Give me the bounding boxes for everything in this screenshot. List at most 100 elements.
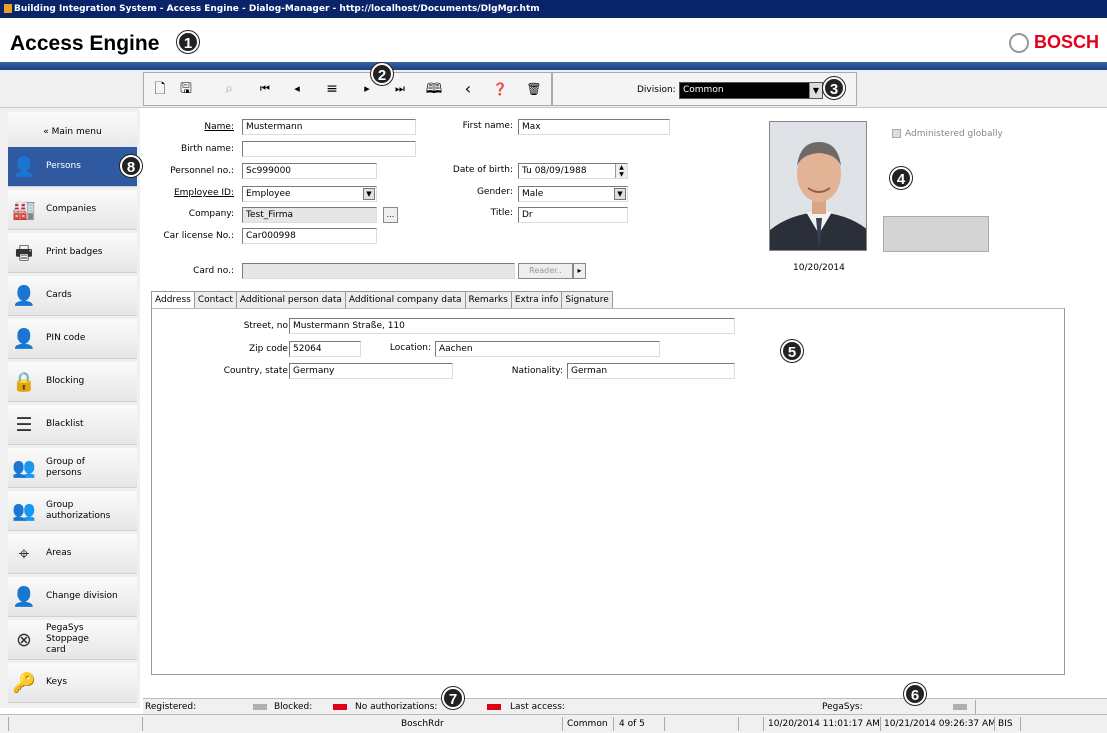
car-license-label: Car license No.: [163, 231, 234, 241]
personnel-no-label: Personnel no.: [170, 166, 234, 176]
person-keypad-icon: 👤 [12, 327, 36, 350]
callout-marker: 6 [904, 683, 926, 705]
sidebar-item-label: Areas [46, 548, 72, 558]
name-field[interactable]: Mustermann [242, 119, 416, 135]
sidebar-item-cards[interactable]: 👤 Cards [8, 276, 137, 316]
tab-signature[interactable]: Signature [561, 291, 613, 308]
save-icon[interactable]: 🖫 [176, 79, 196, 99]
checkbox-icon[interactable] [892, 129, 901, 138]
birth-name-field[interactable] [242, 141, 416, 157]
nationality-field[interactable]: German [567, 363, 735, 379]
pegasys-indicator [953, 704, 967, 710]
back-icon[interactable]: ‹ [458, 79, 478, 99]
sidebar-item-label: Blocking [46, 376, 85, 386]
employee-id-select[interactable]: Employee ▼ [242, 186, 377, 202]
group-card-icon: 👥 [12, 456, 36, 479]
previous-record-icon[interactable]: ◂ [287, 79, 307, 99]
date-of-birth-value: Tu 08/09/1988 [522, 166, 587, 176]
sidebar-item-pin-code[interactable]: 👤 PIN code [8, 319, 137, 359]
record-toolbar: 🗋 🖫 ⌕ ⏮ ◂ ≡ ▸ ⏭ 🕮 ‹ ❓ 🗑 [143, 72, 552, 106]
chevron-down-icon[interactable]: ▼ [363, 188, 375, 200]
signature-preview [883, 216, 989, 252]
sidebar-item-blacklist[interactable]: ☰ Blacklist [8, 405, 137, 445]
tab-additional-person-data[interactable]: Additional person data [235, 291, 346, 308]
blocked-label: Blocked: [274, 702, 313, 712]
group-key-icon: 👥 [12, 499, 36, 522]
callout-marker: 2 [371, 63, 393, 85]
sidebar-item-keys[interactable]: 🔑 Keys [8, 663, 137, 703]
app-header: Access Engine BOSCH [0, 18, 1107, 62]
card-no-field[interactable] [242, 263, 515, 279]
main-menu-button[interactable]: « Main menu [8, 112, 137, 152]
country-field[interactable]: Germany [289, 363, 453, 379]
tab-address[interactable]: Address [151, 291, 195, 309]
callout-marker: 3 [823, 77, 845, 99]
person-photo[interactable] [769, 121, 867, 251]
sidebar-item-group-authorizations[interactable]: 👥 Group authorizations [8, 491, 137, 531]
chevron-down-icon[interactable]: ▼ [614, 188, 626, 200]
sidebar-item-label: Companies [46, 204, 97, 214]
divider [975, 700, 976, 714]
nationality-label: Nationality: [511, 366, 563, 376]
divider [1020, 717, 1021, 731]
blacklist-icon: ☰ [15, 413, 33, 436]
sidebar-item-areas[interactable]: ⌖ Areas [8, 534, 137, 574]
street-field[interactable]: Mustermann Straße, 110 [289, 318, 735, 334]
last-record-icon[interactable]: ⏭ [390, 79, 410, 99]
main-menu-label: « Main menu [43, 126, 102, 137]
card-no-label: Card no.: [193, 266, 234, 276]
company-label: Company: [188, 209, 234, 219]
sidebar-item-label: Keys [46, 677, 68, 687]
modified-timestamp: 10/21/2014 09:26:37 AM [884, 719, 996, 729]
filter-search-icon[interactable]: ≡ [322, 79, 342, 99]
division-value: Common [683, 85, 724, 95]
tab-extra-info[interactable]: Extra info [510, 291, 563, 308]
sidebar-item-group-of-persons[interactable]: 👥 Group of persons [8, 448, 137, 488]
sidebar-item-print-badges[interactable]: 🖶 Print badges [8, 233, 137, 273]
change-division-icon: 👤 [12, 585, 36, 608]
sidebar-item-blocking[interactable]: 🔒 Blocking [8, 362, 137, 402]
divider [738, 717, 739, 731]
personnel-no-field[interactable]: Sc999000 [242, 163, 377, 179]
help-icon[interactable]: ❓ [490, 79, 510, 99]
last-access-label: Last access: [510, 702, 565, 712]
callout-marker: 1 [177, 31, 199, 53]
gender-select[interactable]: Male ▼ [518, 186, 628, 202]
gender-value: Male [522, 189, 544, 199]
book-icon[interactable]: 🕮 [424, 79, 444, 99]
trash-icon[interactable]: 🗑 [524, 79, 544, 99]
person-photo-image [770, 122, 866, 250]
administered-globally-checkbox[interactable]: Administered globally [892, 129, 1003, 139]
tab-additional-company-data[interactable]: Additional company data [344, 291, 466, 308]
reader-button[interactable]: Reader.. [518, 263, 573, 279]
search-icon[interactable]: ⌕ [219, 79, 239, 99]
company-field[interactable]: Test_Firma [242, 207, 377, 223]
printer-icon: 🖶 [15, 241, 33, 264]
sidebar-item-change-division[interactable]: 👤 Change division [8, 577, 137, 617]
company-browse-button[interactable]: ... [383, 207, 398, 223]
header-divider [0, 62, 1107, 70]
first-name-field[interactable]: Max [518, 119, 670, 135]
date-of-birth-field[interactable]: Tu 08/09/1988 ▲ ▼ [518, 163, 628, 179]
division-status: Common [567, 719, 608, 729]
zip-code-field[interactable]: 52064 [289, 341, 361, 357]
sidebar-item-label: Group of persons [46, 456, 85, 478]
sidebar-item-pegasys-stoppage-card[interactable]: ⊗ PegaSys Stoppage card [8, 620, 137, 660]
sidebar: « Main menu 👤 Persons 🏭 Companies 🖶 Prin… [0, 108, 140, 708]
title-field[interactable]: Dr [518, 207, 628, 223]
division-select[interactable]: Common ▼ [679, 82, 823, 99]
blocked-indicator [333, 704, 347, 710]
location-field[interactable]: Aachen [435, 341, 660, 357]
reader-menu-arrow-icon[interactable]: ▸ [573, 263, 586, 279]
sidebar-item-persons[interactable]: 👤 Persons [8, 147, 137, 187]
tab-contact[interactable]: Contact [193, 291, 237, 308]
new-document-icon[interactable]: 🗋 [150, 79, 170, 99]
chevron-down-icon[interactable]: ▼ [809, 83, 822, 98]
spinner-icon[interactable]: ▲ ▼ [615, 164, 627, 178]
car-license-field[interactable]: Car000998 [242, 228, 377, 244]
title-label: Title: [490, 208, 513, 218]
first-record-icon[interactable]: ⏮ [255, 79, 275, 99]
tab-remarks[interactable]: Remarks [464, 291, 512, 308]
bosch-armature-icon [1009, 33, 1029, 53]
sidebar-item-companies[interactable]: 🏭 Companies [8, 190, 137, 230]
